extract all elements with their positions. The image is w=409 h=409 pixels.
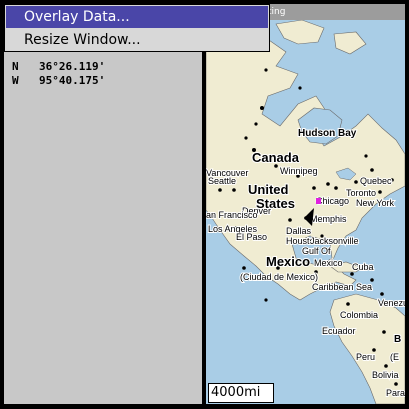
latitude-direction: N (12, 60, 19, 73)
label-el-paso: El Paso (236, 232, 267, 242)
menu-item-overlay-data[interactable]: Overlay Data... (6, 6, 268, 28)
position-readout: N 36°26.119' W 95°40.175' (12, 60, 202, 88)
label-brazil: B (394, 334, 401, 345)
data-pane: N 36°26.119' W 95°40.175' (4, 4, 202, 404)
label-jacksonville: Jacksonville (310, 236, 359, 246)
label-cuba: Cuba (352, 262, 374, 272)
label-winnipeg: Winnipeg (280, 166, 318, 176)
menu-item-resize-window[interactable]: Resize Window... (6, 29, 268, 51)
label-new-york: New York (356, 198, 395, 208)
label-b-paren: (E (390, 352, 399, 362)
label-dallas: Dallas (286, 226, 312, 236)
label-paraguay: Para (386, 388, 405, 398)
gps-screen: N 36°26.119' W 95°40.175' Hudson Bay Can… (0, 0, 409, 409)
map-scale: 4000mi (208, 383, 274, 403)
longitude-row: W 95°40.175' (12, 74, 202, 88)
label-ciudad-de-mexico: (Ciudad de Mexico) (240, 272, 318, 282)
label-memphis: Memphis (310, 214, 347, 224)
label-quebec: Quebec (360, 176, 392, 186)
label-mexico-city: Mexico (314, 258, 343, 268)
label-caribbean-sea: Caribbean Sea (312, 282, 372, 292)
label-toronto: Toronto (346, 188, 376, 198)
map-title: ting (268, 7, 286, 17)
latitude-value: 36°26.119' (39, 60, 106, 73)
label-ecuador: Ecuador (322, 326, 356, 336)
label-mexico-country: Mexico (266, 254, 310, 269)
label-venezuela: Venezue (378, 298, 405, 308)
map-view[interactable]: Hudson Bay Canada Vancouver Winnipeg Sea… (206, 4, 405, 404)
label-seattle: Seattle (208, 176, 236, 186)
waypoint-marker-icon (316, 198, 321, 204)
longitude-direction: W (12, 74, 19, 87)
context-menu: Overlay Data... Resize Window... (4, 4, 270, 52)
map-canvas[interactable]: Hudson Bay Canada Vancouver Winnipeg Sea… (206, 4, 405, 404)
label-hudson-bay: Hudson Bay (298, 128, 357, 139)
label-colombia: Colombia (340, 310, 378, 320)
label-united: United (248, 182, 289, 197)
label-peru: Peru (356, 352, 375, 362)
longitude-value: 95°40.175' (39, 74, 106, 87)
latitude-row: N 36°26.119' (12, 60, 202, 74)
label-san-francisco: an Francisco (206, 210, 258, 220)
label-bolivia: Bolivia (372, 370, 399, 380)
label-canada: Canada (252, 150, 300, 165)
